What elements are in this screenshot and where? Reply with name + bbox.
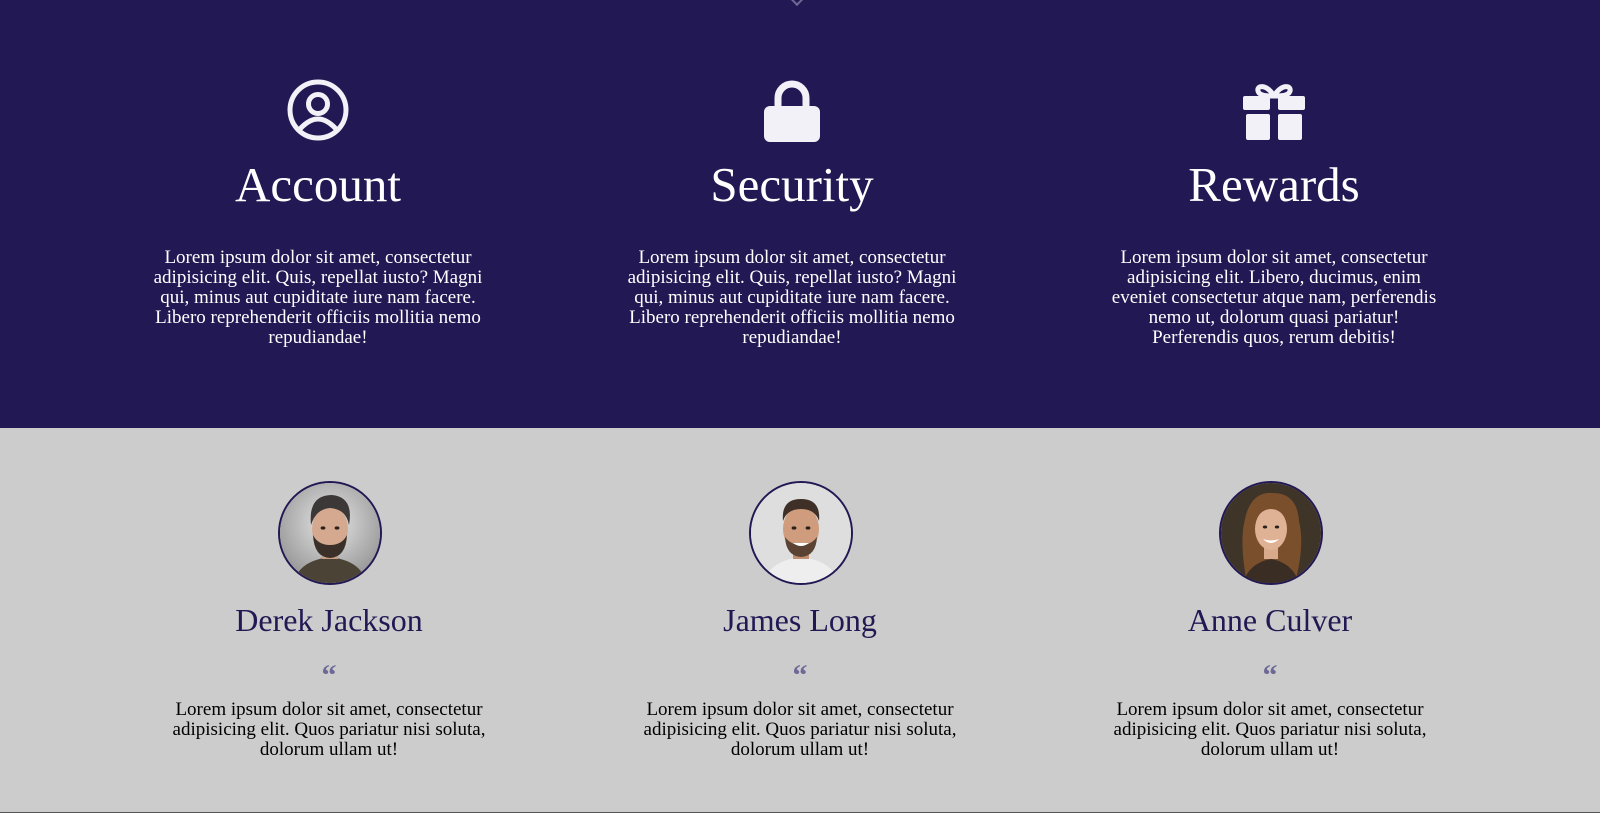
gift-icon <box>1243 84 1305 140</box>
portrait-image <box>1221 483 1321 583</box>
testimonial-text: Lorem ipsum dolor sit amet, consectetur … <box>1113 699 1427 760</box>
feature-title: Security <box>710 157 874 212</box>
lock-icon <box>764 80 820 142</box>
feature-description: Lorem ipsum dolor sit amet, consectetur … <box>627 247 957 348</box>
testimonial-name: Anne Culver <box>1187 602 1353 638</box>
testimonials-section: Derek Jackson “ Lorem ipsum dolor sit am… <box>0 428 1600 813</box>
testimonial-text: Lorem ipsum dolor sit amet, consectetur … <box>172 699 486 760</box>
testimonial-text: Lorem ipsum dolor sit amet, consectetur … <box>643 699 957 760</box>
feature-title: Rewards <box>1188 157 1360 212</box>
testimonial-name: Derek Jackson <box>235 602 423 638</box>
quote-icon: “ <box>1262 659 1278 692</box>
feature-title: Account <box>235 157 401 212</box>
chevron-down-icon[interactable] <box>789 0 805 7</box>
quote-icon: “ <box>792 659 808 692</box>
avatar <box>1219 481 1323 585</box>
portrait-image <box>751 483 851 583</box>
avatar <box>278 481 382 585</box>
testimonial-name: James Long <box>723 602 877 638</box>
feature-description: Lorem ipsum dolor sit amet, consectetur … <box>1111 247 1437 348</box>
quote-icon: “ <box>321 659 337 692</box>
feature-description: Lorem ipsum dolor sit amet, consectetur … <box>153 247 483 348</box>
features-section: Account Lorem ipsum dolor sit amet, cons… <box>0 0 1600 428</box>
portrait-image <box>280 483 380 583</box>
avatar <box>749 481 853 585</box>
user-circle-icon <box>287 79 349 141</box>
